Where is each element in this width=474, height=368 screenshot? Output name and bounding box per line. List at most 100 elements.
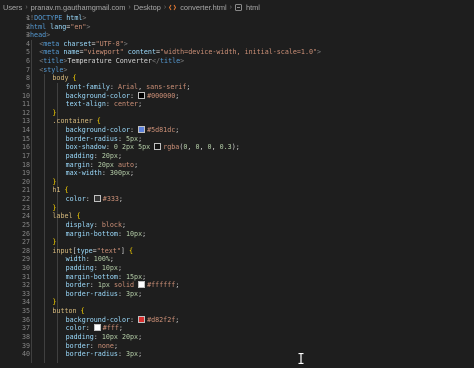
breadcrumb-item-file[interactable]: converter.html [180, 3, 226, 12]
code-token: { [80, 307, 85, 316]
code-line[interactable]: 14 background-color: #5d81dc; [0, 126, 474, 135]
code-token: ; [186, 82, 191, 91]
code-token: : [130, 315, 139, 324]
element-icon [235, 3, 242, 11]
code-token: ; [175, 315, 180, 324]
code-token: DOCTYPE [34, 14, 63, 22]
code-line[interactable]: 19 max-width: 300px; [0, 169, 474, 178]
code-line[interactable]: 24 label { [0, 212, 474, 221]
code-token: 10px [126, 229, 143, 238]
code-text: <meta charset="UTF-8"> [39, 40, 128, 49]
breadcrumb-item-user-folder[interactable]: pranav.m.gauthamgmail.com [31, 3, 126, 12]
code-line[interactable]: 27} [0, 238, 474, 247]
code-line[interactable]: 20} [0, 178, 474, 187]
code-line[interactable]: 40 border-radius: 3px; [0, 350, 474, 359]
code-token: Temperature Converter [67, 57, 152, 66]
code-line[interactable]: 35 button { [0, 307, 474, 316]
code-line[interactable]: 31 margin-bottom: 15px; [0, 273, 474, 282]
code-line[interactable]: 37 color: #fff; [0, 324, 474, 333]
code-line[interactable]: 18 margin: 20px auto; [0, 161, 474, 170]
color-swatch[interactable] [138, 91, 146, 99]
code-text: background-color: #d82f2f; [66, 315, 180, 325]
code-token: : [85, 195, 94, 204]
code-token: auto [117, 160, 135, 169]
line-number: 32 [21, 281, 30, 290]
code-line[interactable]: 38 padding: 10px 20px; [0, 333, 474, 342]
breadcrumb-item-desktop[interactable]: Desktop [134, 3, 161, 12]
code-text: margin-bottom: 10px; [66, 230, 147, 239]
code-token: ; [121, 220, 127, 229]
code-token: } [52, 238, 57, 247]
code-token: ; [138, 350, 143, 359]
color-swatch[interactable] [93, 324, 101, 332]
code-line[interactable]: 23} [0, 204, 474, 213]
code-token: solid [113, 281, 135, 290]
color-swatch[interactable] [93, 195, 101, 203]
code-line[interactable]: 36 background-color: #d82f2f; [0, 315, 474, 325]
code-line[interactable]: 15 border-radius: 5px; [0, 135, 474, 144]
code-token: "en" [70, 22, 87, 31]
code-text: <head> [26, 31, 50, 40]
code-line[interactable]: 21 h1 { [0, 186, 474, 195]
color-swatch[interactable] [154, 143, 162, 151]
code-token: style [43, 65, 64, 74]
line-number: 27 [21, 238, 30, 247]
code-line[interactable]: 7 <style> [0, 66, 474, 75]
code-line[interactable]: 6 <title>Temperature Converter</title> [0, 57, 474, 66]
code-text: padding: 20px; [66, 152, 122, 161]
code-token: "viewport" [83, 48, 124, 57]
code-token: 10px 20px [101, 332, 139, 341]
chevron-right-icon: › [163, 3, 167, 11]
line-number: 5 [25, 48, 30, 57]
line-number: 9 [25, 82, 30, 91]
color-swatch[interactable] [138, 281, 146, 289]
code-token: : [117, 289, 126, 298]
color-swatch[interactable] [138, 126, 146, 134]
code-editor[interactable]: 1 <!DOCTYPE html> 2 <html lang="en"> 3 <head>… [0, 14, 474, 363]
code-token: } [52, 108, 57, 117]
code-line[interactable]: 4 <meta charset="UTF-8"> [0, 40, 474, 49]
code-line[interactable]: 28 input[type="text"] { [0, 247, 474, 256]
code-line[interactable]: 39 border: none; [0, 342, 474, 351]
code-line[interactable]: 10 background-color: #000000; [0, 91, 474, 101]
code-line[interactable]: 1 <!DOCTYPE html> [0, 14, 474, 23]
code-line[interactable]: 34} [0, 298, 474, 307]
code-line[interactable]: 3 <head> [0, 31, 474, 40]
code-token: block [101, 220, 122, 229]
code-line[interactable]: 12} [0, 109, 474, 118]
code-line[interactable]: 16 box-shadow: 0 2px 5px rgba(0, 0, 0, 0.… [0, 143, 474, 152]
code-token: : [85, 324, 94, 333]
code-line[interactable]: 2 <html lang="en"> [0, 23, 474, 32]
code-token: <! [26, 14, 35, 22]
code-line[interactable]: 8 body { [0, 74, 474, 83]
code-token: html [30, 22, 47, 31]
code-token: 10px [101, 263, 118, 272]
line-number: 12 [21, 108, 30, 117]
code-line[interactable]: 9 font-family: Arial, sans-serif; [0, 83, 474, 92]
code-line[interactable]: 13 .container { [0, 117, 474, 126]
code-line[interactable]: 5 <meta name="viewport" content="width=de… [0, 48, 474, 57]
code-token: > [317, 48, 322, 57]
line-number: 20 [21, 177, 30, 186]
code-line[interactable]: 32 border: 1px solid #ffffff; [0, 281, 474, 290]
line-number: 6 [25, 57, 30, 66]
breadcrumb-item-users[interactable]: Users [3, 3, 22, 12]
code-line[interactable]: 29 width: 100%; [0, 255, 474, 264]
code-token: ; [130, 169, 135, 178]
code-line[interactable]: 22 color: #333; [0, 195, 474, 204]
code-line[interactable]: 11 text-align: center; [0, 100, 474, 109]
line-number: 11 [21, 100, 30, 109]
line-number: 17 [21, 151, 30, 160]
code-text: .container { [52, 117, 100, 126]
code-line[interactable]: 26 margin-bottom: 10px; [0, 230, 474, 239]
breadcrumb-item-element[interactable]: html [246, 3, 260, 12]
code-token: 5px [126, 134, 139, 143]
code-line[interactable]: 30 padding: 10px; [0, 264, 474, 273]
code-token: #5d81dc [147, 126, 176, 135]
code-text: text-align: center; [66, 100, 143, 109]
code-line[interactable]: 33 border-radius: 3px; [0, 290, 474, 299]
code-line[interactable]: 17 padding: 20px; [0, 152, 474, 161]
code-line[interactable]: 25 display: block; [0, 221, 474, 230]
code-text: width: 100%; [66, 255, 114, 264]
color-swatch[interactable] [138, 315, 146, 323]
